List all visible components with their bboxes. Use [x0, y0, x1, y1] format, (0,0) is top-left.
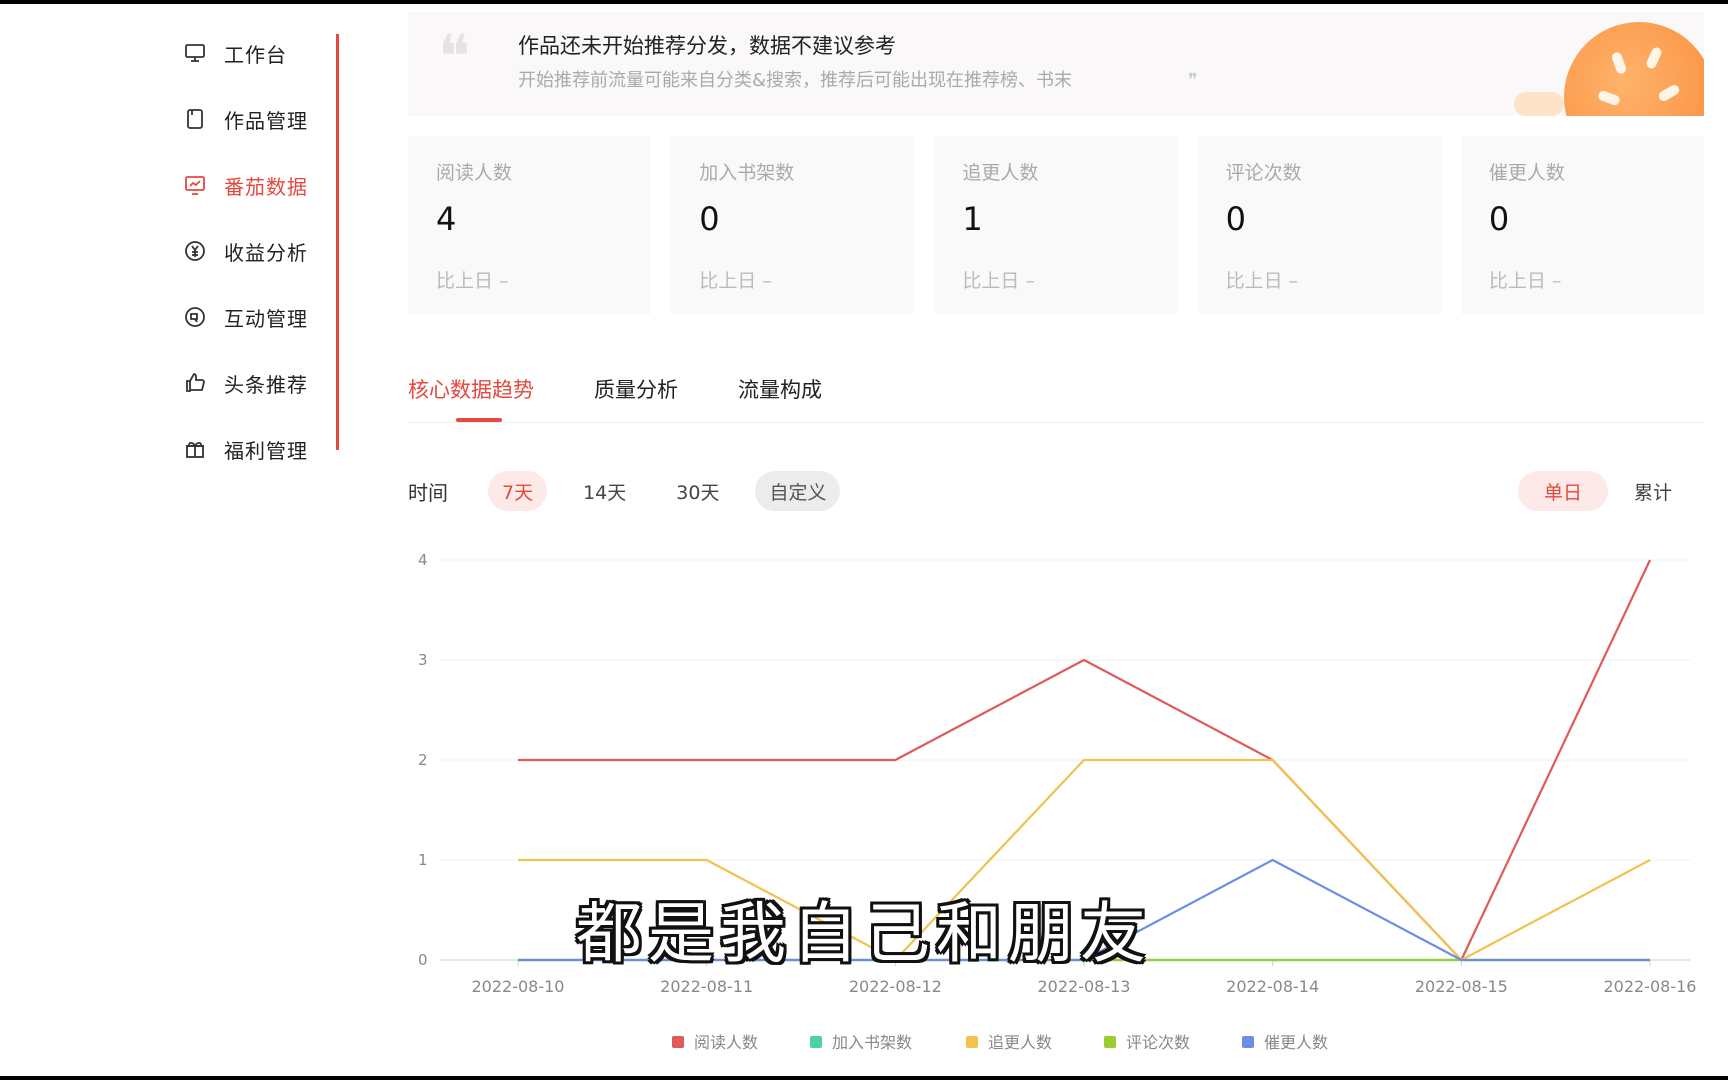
gift-icon [182, 436, 208, 462]
quote-end-icon: ❞ [1188, 70, 1198, 91]
interaction-icon [182, 304, 208, 330]
sidebar-item-income[interactable]: 收益分析 [182, 218, 342, 284]
sidebar-item-label: 作品管理 [224, 108, 308, 133]
notice-subtitle: 开始推荐前流量可能来自分类&搜索，推荐后可能出现在推荐榜、书末 [518, 70, 1073, 91]
time-option-14d[interactable]: 14天 [569, 471, 640, 511]
sidebar-item-label: 番茄数据 [224, 174, 308, 199]
stat-value: 0 [1225, 200, 1246, 238]
x-tick-label: 2022-08-14 [1226, 977, 1319, 996]
time-filter-label: 时间 [408, 480, 448, 505]
y-tick-label: 2 [418, 751, 428, 769]
x-tick-label: 2022-08-15 [1415, 977, 1508, 996]
sidebar-item-label: 工作台 [224, 42, 287, 67]
legend-label: 评论次数 [1126, 1033, 1190, 1052]
stat-card-reads: 阅读人数 4 比上日 – [408, 136, 652, 314]
time-option-custom[interactable]: 自定义 [755, 471, 841, 511]
stat-label: 评论次数 [1225, 162, 1302, 184]
y-tick-label: 3 [418, 651, 428, 669]
mode-toggle: 单日 累计 [1517, 470, 1698, 512]
sidebar-divider [336, 34, 339, 450]
book-icon [182, 106, 208, 132]
sidebar-item-toutiao[interactable]: 头条推荐 [182, 350, 342, 416]
x-tick-label: 2022-08-10 [472, 977, 565, 996]
y-tick-label: 0 [418, 951, 428, 969]
stat-compare: 比上日 – [1488, 270, 1562, 292]
time-option-7d[interactable]: 7天 [488, 471, 548, 511]
stat-label: 催更人数 [1488, 162, 1565, 184]
legend-swatch [1242, 1036, 1254, 1048]
x-tick-label: 2022-08-12 [849, 977, 942, 996]
stat-compare: 比上日 – [436, 270, 509, 292]
x-tick-label: 2022-08-13 [1038, 977, 1131, 996]
stat-label: 追更人数 [962, 162, 1039, 184]
stat-value: 4 [436, 200, 457, 238]
stat-value: 0 [1488, 200, 1510, 238]
stat-compare: 比上日 – [1225, 270, 1299, 292]
notice-title: 作品还未开始推荐分发，数据不建议参考 [518, 34, 896, 58]
orange-illustration [1564, 22, 1704, 116]
stat-compare: 比上日 – [699, 270, 772, 292]
thumbs-up-icon [182, 370, 208, 396]
legend-label: 加入书架数 [832, 1033, 912, 1052]
sidebar-item-label: 头条推荐 [224, 372, 308, 397]
time-option-30d[interactable]: 30天 [662, 471, 733, 511]
app-screen: 工作台 作品管理 番茄数据 收益分析 互动管理 头条推荐 福利管理 ❝ 作品还未… [0, 4, 1728, 1076]
y-tick-label: 4 [418, 551, 428, 569]
quote-icon: ❝ [438, 22, 471, 92]
sidebar-nav: 工作台 作品管理 番茄数据 收益分析 互动管理 头条推荐 福利管理 [182, 20, 342, 482]
stat-cards: 阅读人数 4 比上日 – 加入书架数 0 比上日 – 追更人数 1 比上日 – … [408, 136, 1705, 314]
tab-quality-analysis[interactable]: 质量分析 [594, 374, 678, 404]
legend-label: 阅读人数 [694, 1033, 758, 1052]
sidebar-item-works[interactable]: 作品管理 [182, 86, 342, 152]
stat-card-bookshelf: 加入书架数 0 比上日 – [671, 136, 915, 314]
stat-compare: 比上日 – [962, 270, 1035, 292]
trend-line-chart: 0 1 2 3 4 2022-08-10 2022-08-11 2022-08-12 2022-… [418, 551, 1697, 1052]
sidebar-item-interaction[interactable]: 互动管理 [182, 284, 342, 350]
sidebar-item-label: 收益分析 [224, 240, 308, 265]
mode-daily-button[interactable]: 单日 [1517, 471, 1608, 511]
cloud-decoration [1514, 92, 1564, 116]
y-tick-label: 1 [418, 851, 428, 869]
yuan-coin-icon [182, 238, 208, 264]
sidebar-item-welfare[interactable]: 福利管理 [182, 416, 342, 482]
tab-traffic-composition[interactable]: 流量构成 [738, 374, 822, 404]
tab-bar: 核心数据趋势 质量分析 流量构成 [408, 374, 822, 422]
stat-card-comments: 评论次数 0 比上日 – [1197, 136, 1441, 314]
tab-core-trend[interactable]: 核心数据趋势 [408, 374, 534, 422]
stat-card-urges: 催更人数 0 比上日 – [1460, 136, 1705, 314]
x-tick-label: 2022-08-16 [1604, 977, 1697, 996]
legend-swatch [966, 1036, 978, 1048]
notice-banner: ❝ 作品还未开始推荐分发，数据不建议参考 开始推荐前流量可能来自分类&搜索，推荐… [408, 12, 1704, 116]
legend-label: 追更人数 [988, 1033, 1052, 1052]
legend-swatch [1104, 1036, 1116, 1048]
stat-label: 加入书架数 [699, 162, 795, 184]
series-line [518, 858, 1650, 962]
legend-label: 催更人数 [1264, 1033, 1328, 1052]
sidebar-item-workbench[interactable]: 工作台 [182, 20, 342, 86]
monitor-icon [182, 40, 208, 66]
stat-label: 阅读人数 [436, 162, 513, 184]
sidebar-item-label: 福利管理 [224, 438, 308, 463]
stat-card-followers: 追更人数 1 比上日 – [934, 136, 1178, 314]
chart-screen-icon [182, 172, 208, 198]
tab-divider [408, 422, 1704, 423]
legend-swatch [672, 1036, 684, 1048]
legend-swatch [810, 1036, 822, 1048]
sidebar-item-label: 互动管理 [224, 306, 308, 331]
time-filter: 时间 7天 14天 30天 自定义 [408, 470, 862, 512]
mode-cumulative-button[interactable]: 累计 [1608, 471, 1698, 511]
x-tick-label: 2022-08-11 [660, 977, 753, 996]
stat-value: 0 [699, 200, 720, 238]
sidebar-item-fanqie-data[interactable]: 番茄数据 [182, 152, 342, 218]
stat-value: 1 [962, 200, 983, 238]
